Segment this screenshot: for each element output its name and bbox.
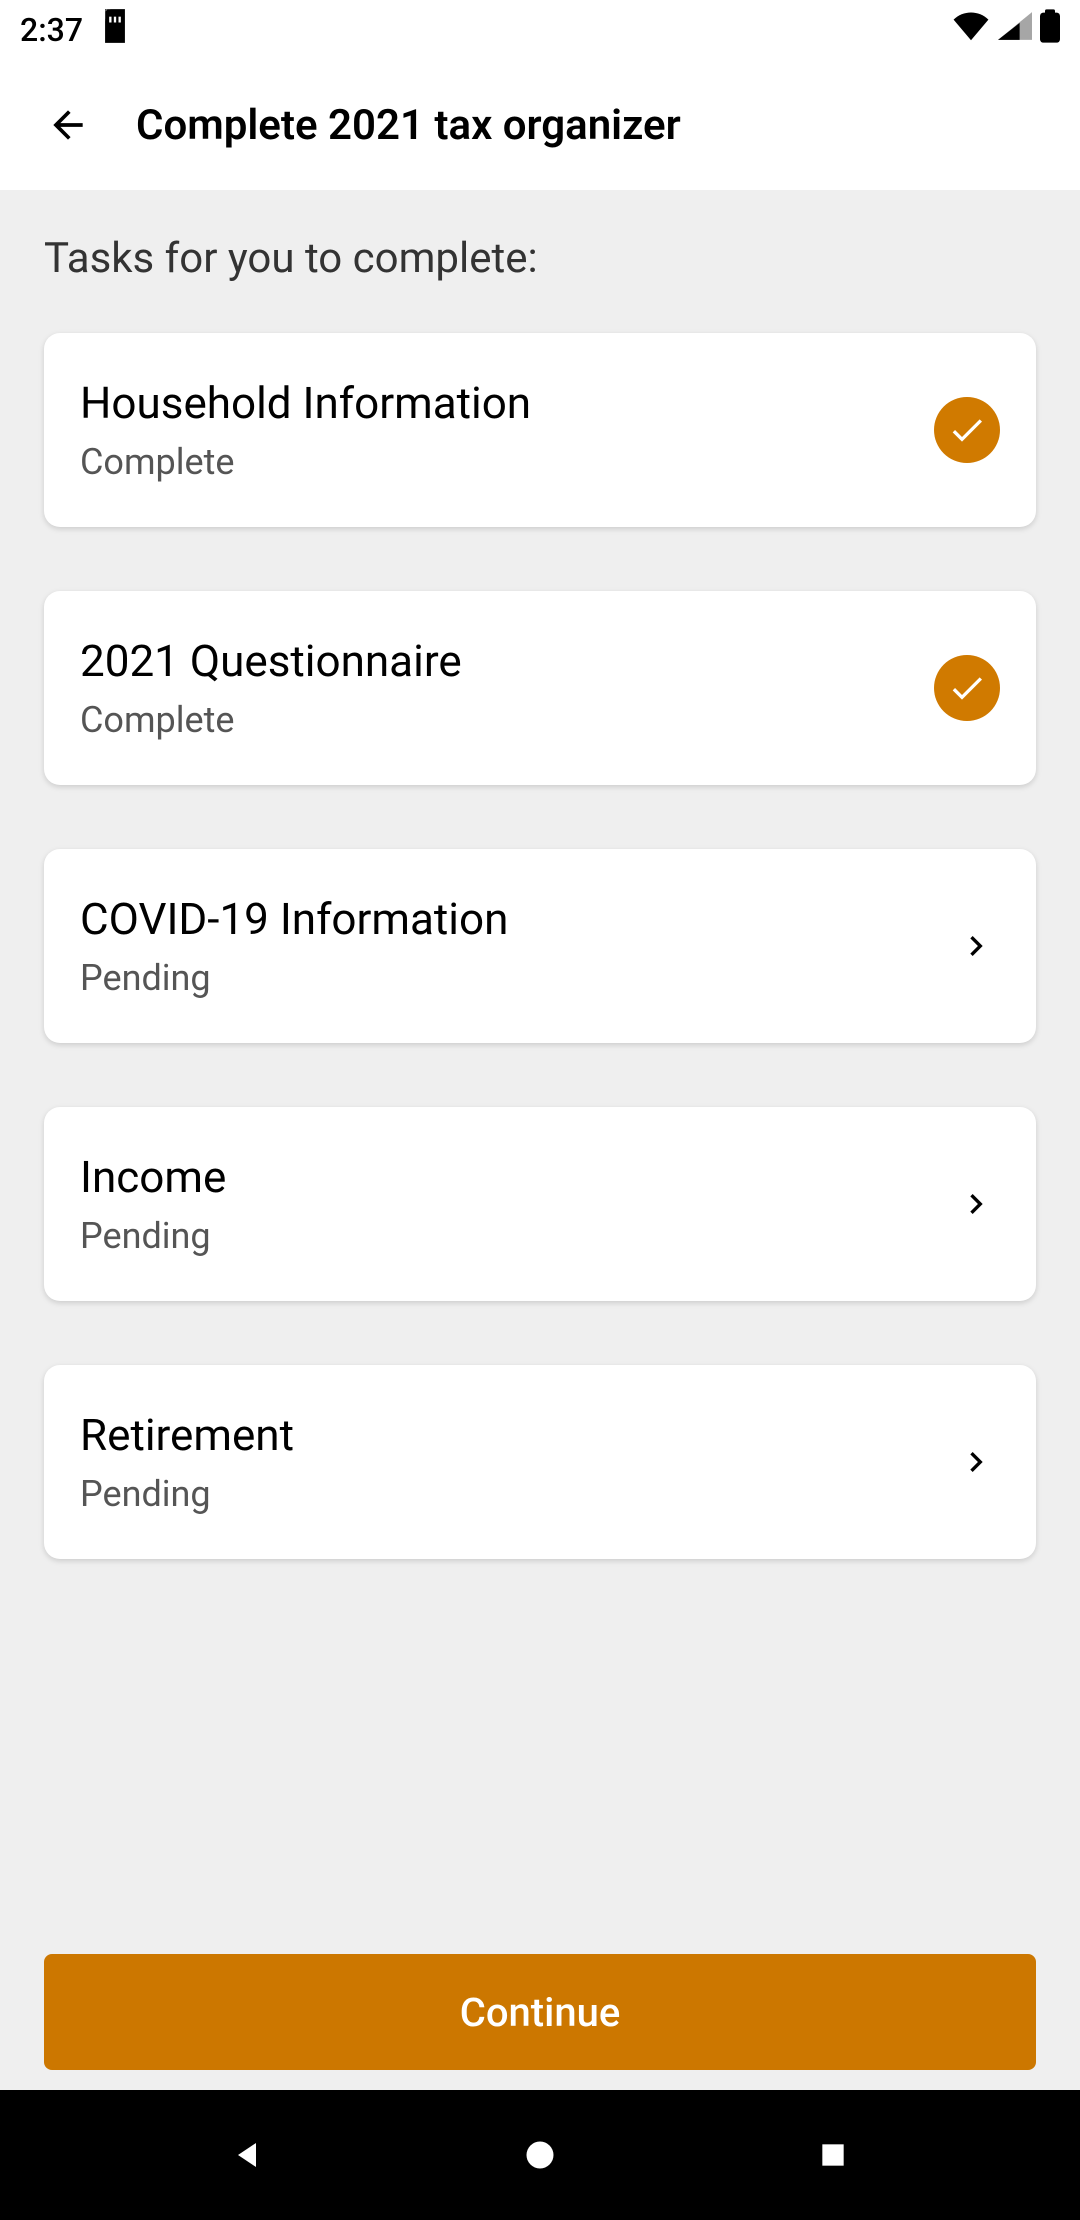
task-status: Pending bbox=[80, 1215, 226, 1257]
chevron-right-icon bbox=[952, 1180, 1000, 1228]
app-header: Complete 2021 tax organizer bbox=[0, 60, 1080, 190]
back-button[interactable] bbox=[44, 101, 92, 149]
task-list: Household InformationComplete2021 Questi… bbox=[44, 333, 1036, 1559]
check-circle-icon bbox=[934, 397, 1000, 463]
nav-bar bbox=[0, 2090, 1080, 2220]
task-card[interactable]: Income Pending bbox=[44, 1107, 1036, 1301]
battery-icon bbox=[1040, 9, 1060, 51]
arrow-left-icon bbox=[46, 103, 90, 147]
triangle-back-icon bbox=[229, 2137, 265, 2173]
chevron-right-icon bbox=[952, 922, 1000, 970]
task-text: 2021 Questionnaire Complete bbox=[80, 635, 462, 741]
check-circle-icon bbox=[934, 655, 1000, 721]
content: Tasks for you to complete: Household Inf… bbox=[0, 190, 1080, 1954]
page-title: Complete 2021 tax organizer bbox=[136, 101, 681, 150]
task-title: 2021 Questionnaire bbox=[80, 635, 462, 687]
nav-recent-button[interactable] bbox=[803, 2125, 863, 2185]
task-title: COVID-19 Information bbox=[80, 893, 508, 945]
nav-back-button[interactable] bbox=[217, 2125, 277, 2185]
nav-home-button[interactable] bbox=[510, 2125, 570, 2185]
continue-button[interactable]: Continue bbox=[44, 1954, 1036, 2070]
task-title: Household Information bbox=[80, 377, 531, 429]
task-card[interactable]: Retirement Pending bbox=[44, 1365, 1036, 1559]
status-right bbox=[952, 9, 1060, 51]
task-status: Complete bbox=[80, 699, 462, 741]
signal-icon bbox=[998, 11, 1032, 49]
task-status: Pending bbox=[80, 1473, 294, 1515]
task-title: Income bbox=[80, 1151, 226, 1203]
sd-card-icon bbox=[101, 9, 129, 51]
task-text: Retirement Pending bbox=[80, 1409, 294, 1515]
status-time: 2:37 bbox=[20, 11, 83, 49]
task-status: Complete bbox=[80, 441, 531, 483]
continue-container: Continue bbox=[0, 1954, 1080, 2090]
task-card[interactable]: COVID-19 Information Pending bbox=[44, 849, 1036, 1043]
square-recent-icon bbox=[817, 2139, 849, 2171]
task-card[interactable]: Household Information Complete bbox=[44, 333, 1036, 527]
task-text: COVID-19 Information Pending bbox=[80, 893, 508, 999]
circle-home-icon bbox=[522, 2137, 558, 2173]
status-left: 2:37 bbox=[20, 9, 129, 51]
section-heading: Tasks for you to complete: bbox=[44, 234, 1036, 283]
task-title: Retirement bbox=[80, 1409, 294, 1461]
wifi-icon bbox=[952, 11, 990, 49]
task-text: Income Pending bbox=[80, 1151, 226, 1257]
task-status: Pending bbox=[80, 957, 508, 999]
task-card[interactable]: 2021 Questionnaire Complete bbox=[44, 591, 1036, 785]
task-text: Household Information Complete bbox=[80, 377, 531, 483]
status-bar: 2:37 bbox=[0, 0, 1080, 60]
chevron-right-icon bbox=[952, 1438, 1000, 1486]
